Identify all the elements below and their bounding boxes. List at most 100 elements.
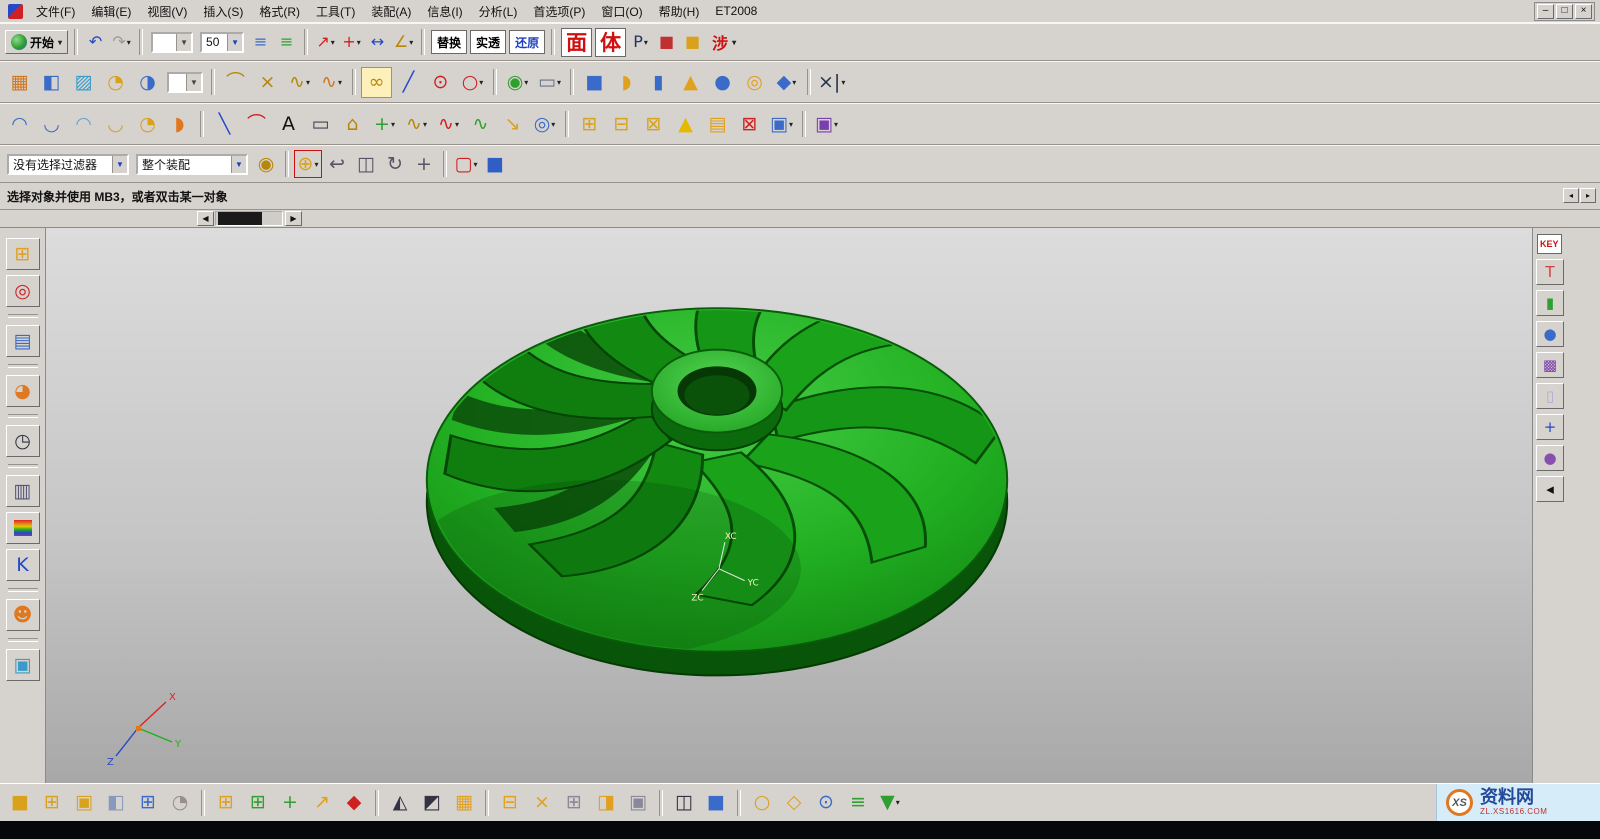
diamond-check-icon[interactable]: ◇	[779, 788, 809, 818]
arc2-icon[interactable]: ⌒	[241, 109, 272, 140]
menu-analysis[interactable]: 分析(L)	[471, 0, 526, 23]
sphere-tool-icon[interactable]: ●	[1536, 321, 1564, 347]
arc-icon[interactable]: ○▾	[457, 67, 488, 98]
polygon-icon[interactable]: ⌂	[337, 109, 368, 140]
through-curves-icon[interactable]: ◠	[4, 109, 35, 140]
offset-curve-icon[interactable]: ∿▾	[433, 109, 464, 140]
wave-doc-icon[interactable]: ▤	[702, 109, 733, 140]
link-icon[interactable]: ∞	[361, 67, 392, 98]
palette-icon[interactable]	[6, 512, 40, 544]
line-style-select[interactable]: ▼	[151, 32, 193, 53]
pattern-component-icon[interactable]: ▦	[449, 788, 479, 818]
tube-icon[interactable]: ◎▾	[529, 109, 560, 140]
scroll-thumb[interactable]	[218, 212, 262, 225]
line-icon[interactable]: ╱	[393, 67, 424, 98]
clearance-icon[interactable]: ◫	[669, 788, 699, 818]
prompt-scroll-left-button[interactable]: ◂	[1563, 188, 1579, 203]
graphics-viewport[interactable]: XC YC ZC X Y Z	[46, 228, 1532, 783]
face-button[interactable]: 面	[561, 28, 592, 57]
arrangements-icon[interactable]: ◨	[591, 788, 621, 818]
more-tools-icon[interactable]: ▼▾	[875, 788, 905, 818]
wave-geometry-icon[interactable]: ⊞	[574, 109, 605, 140]
menu-format[interactable]: 格式(R)	[251, 0, 308, 23]
spline-icon[interactable]: ∿▾	[316, 67, 347, 98]
menu-window[interactable]: 窗口(O)	[593, 0, 650, 23]
menu-assemblies[interactable]: 装配(A)	[363, 0, 419, 23]
new-part-icon[interactable]: ■	[5, 788, 35, 818]
close-button[interactable]: ×	[1575, 4, 1592, 19]
plus-tool-icon[interactable]: +	[1536, 414, 1564, 440]
joint-icon[interactable]: ⊞	[559, 788, 589, 818]
line2-icon[interactable]: ╲	[209, 109, 240, 140]
blend-surface-icon[interactable]: ◔	[132, 109, 163, 140]
shaded-cube-icon[interactable]: ■	[481, 150, 509, 178]
dice-tool-icon[interactable]: ▩	[1536, 352, 1564, 378]
translucency-button[interactable]: 实透	[470, 30, 506, 54]
menu-help[interactable]: 帮助(H)	[651, 0, 708, 23]
join-curve-icon[interactable]: ∿	[465, 109, 496, 140]
redo-icon[interactable]: ↷▾	[109, 30, 134, 55]
copy-paste-icon[interactable]: ▣▾	[766, 109, 797, 140]
layer-spinner[interactable]: 50▼	[200, 32, 244, 53]
wave-warn-icon[interactable]: ▲	[670, 109, 701, 140]
point-icon[interactable]: +▾	[369, 109, 400, 140]
stack-parts-icon[interactable]: ◧	[101, 788, 131, 818]
section-curve-icon[interactable]: ∿▾	[284, 67, 315, 98]
part-family-icon[interactable]: ⊞	[37, 788, 67, 818]
wave-delete-icon[interactable]: ⊠	[734, 109, 765, 140]
gray-part-icon[interactable]: ◔	[165, 788, 195, 818]
replace-component-icon[interactable]: ◆	[339, 788, 369, 818]
prompt-scroll-right-button[interactable]: ▸	[1580, 188, 1596, 203]
ring-icon[interactable]: ○	[747, 788, 777, 818]
scope-select[interactable]: 整个装配▼	[136, 154, 248, 175]
assembly-navigator-icon[interactable]: ⊞	[6, 238, 40, 270]
start-button[interactable]: 开始▾	[5, 30, 68, 54]
helix-icon[interactable]: ◔	[100, 67, 131, 98]
tube-tool-icon[interactable]: ▯	[1536, 383, 1564, 409]
wireframe-cube-icon[interactable]: ◫	[352, 150, 380, 178]
chevron-down-icon[interactable]: ▼	[227, 34, 242, 51]
exploded-view-icon[interactable]: ⊟	[495, 788, 525, 818]
system-materials-icon[interactable]: ▥	[6, 475, 40, 507]
menu-information[interactable]: 信息(I)	[419, 0, 470, 23]
extrude-icon[interactable]: ■	[579, 67, 610, 98]
rectangle-icon[interactable]: ▭	[305, 109, 336, 140]
create-plus-icon[interactable]: +	[275, 788, 305, 818]
cone-icon[interactable]: ▲	[675, 67, 706, 98]
gold-solid-icon[interactable]: ■	[680, 30, 705, 55]
history-icon[interactable]: ◷	[6, 425, 40, 457]
measure-distance-icon[interactable]: ↔	[365, 30, 390, 55]
minimize-button[interactable]: –	[1537, 4, 1554, 19]
bridge-curve-icon[interactable]: ⌒	[220, 67, 251, 98]
chevron-down-icon[interactable]: ▼	[186, 74, 201, 91]
post-tool-icon[interactable]: T	[1536, 259, 1564, 285]
menu-edit[interactable]: 编辑(E)	[83, 0, 139, 23]
wrench-tool-icon[interactable]: ×	[527, 788, 557, 818]
visualization-icon[interactable]: K	[6, 549, 40, 581]
circle-point-icon[interactable]: ⊙	[425, 67, 456, 98]
replace-button[interactable]: 替换	[431, 30, 467, 54]
maximize-button[interactable]: □	[1556, 4, 1573, 19]
multi-part-icon[interactable]: ⊞	[133, 788, 163, 818]
menu-view[interactable]: 视图(V)	[139, 0, 195, 23]
snap-point-icon[interactable]: ⊕▾	[294, 150, 322, 178]
text-icon[interactable]: A	[273, 109, 304, 140]
studio-spline-icon[interactable]: ∿▾	[401, 109, 432, 140]
undo-icon[interactable]: ↶	[83, 30, 108, 55]
revolve-icon[interactable]: ◑	[132, 67, 163, 98]
rect-select-icon[interactable]: ▢▾	[452, 150, 480, 178]
key-button[interactable]: KEY	[1537, 234, 1562, 254]
boolean-unite-icon[interactable]: ◉▾	[502, 67, 533, 98]
sketch-icon[interactable]: ▦	[4, 67, 35, 98]
scroll-track[interactable]	[215, 211, 283, 226]
ruled-surface-icon[interactable]: ▨	[68, 67, 99, 98]
add-component-icon[interactable]: ⊞	[211, 788, 241, 818]
menu-file[interactable]: 文件(F)	[28, 0, 83, 23]
undo-selection-icon[interactable]: ↩	[323, 150, 351, 178]
scroll-right-button[interactable]: ▶	[285, 211, 302, 226]
people-icon[interactable]: ☻	[6, 599, 40, 631]
trim-body-icon[interactable]: ×|▾	[816, 67, 847, 98]
cylinder-icon[interactable]: ▮	[643, 67, 674, 98]
impeller-model[interactable]: XC YC ZC	[411, 240, 1023, 710]
info-icon[interactable]: ⊙	[811, 788, 841, 818]
